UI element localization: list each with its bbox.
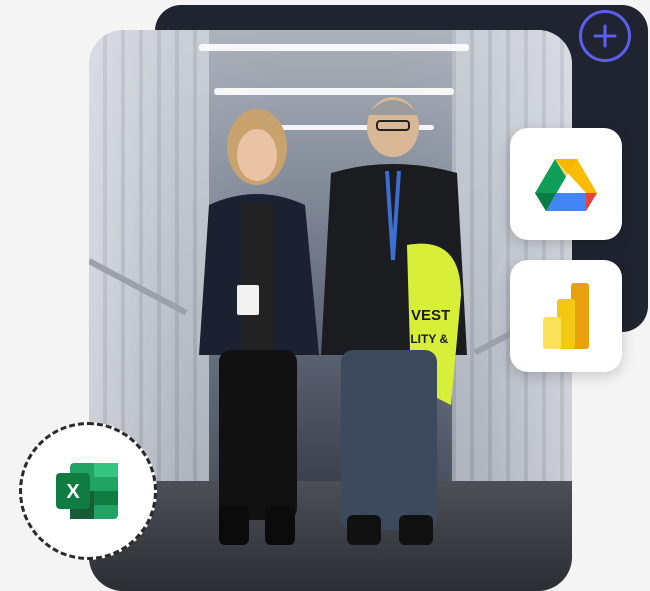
vest-text-top: VEST — [411, 307, 450, 324]
google-drive-icon — [535, 159, 597, 211]
add-integration-button[interactable] — [579, 10, 631, 62]
excel-letter: X — [66, 481, 80, 503]
ceiling-light — [199, 44, 469, 51]
excel-badge[interactable]: X — [19, 422, 157, 560]
excel-icon: X — [56, 463, 118, 519]
power-bi-icon — [543, 283, 589, 349]
person-woman — [199, 109, 319, 545]
person-man: VEST ILITY & — [321, 97, 467, 545]
hero-photo: VEST ILITY & — [89, 30, 572, 591]
vest-text-bottom: ILITY & — [407, 332, 448, 346]
plus-circle-icon — [593, 24, 617, 48]
power-bi-card[interactable] — [510, 260, 622, 372]
google-drive-card[interactable] — [510, 128, 622, 240]
